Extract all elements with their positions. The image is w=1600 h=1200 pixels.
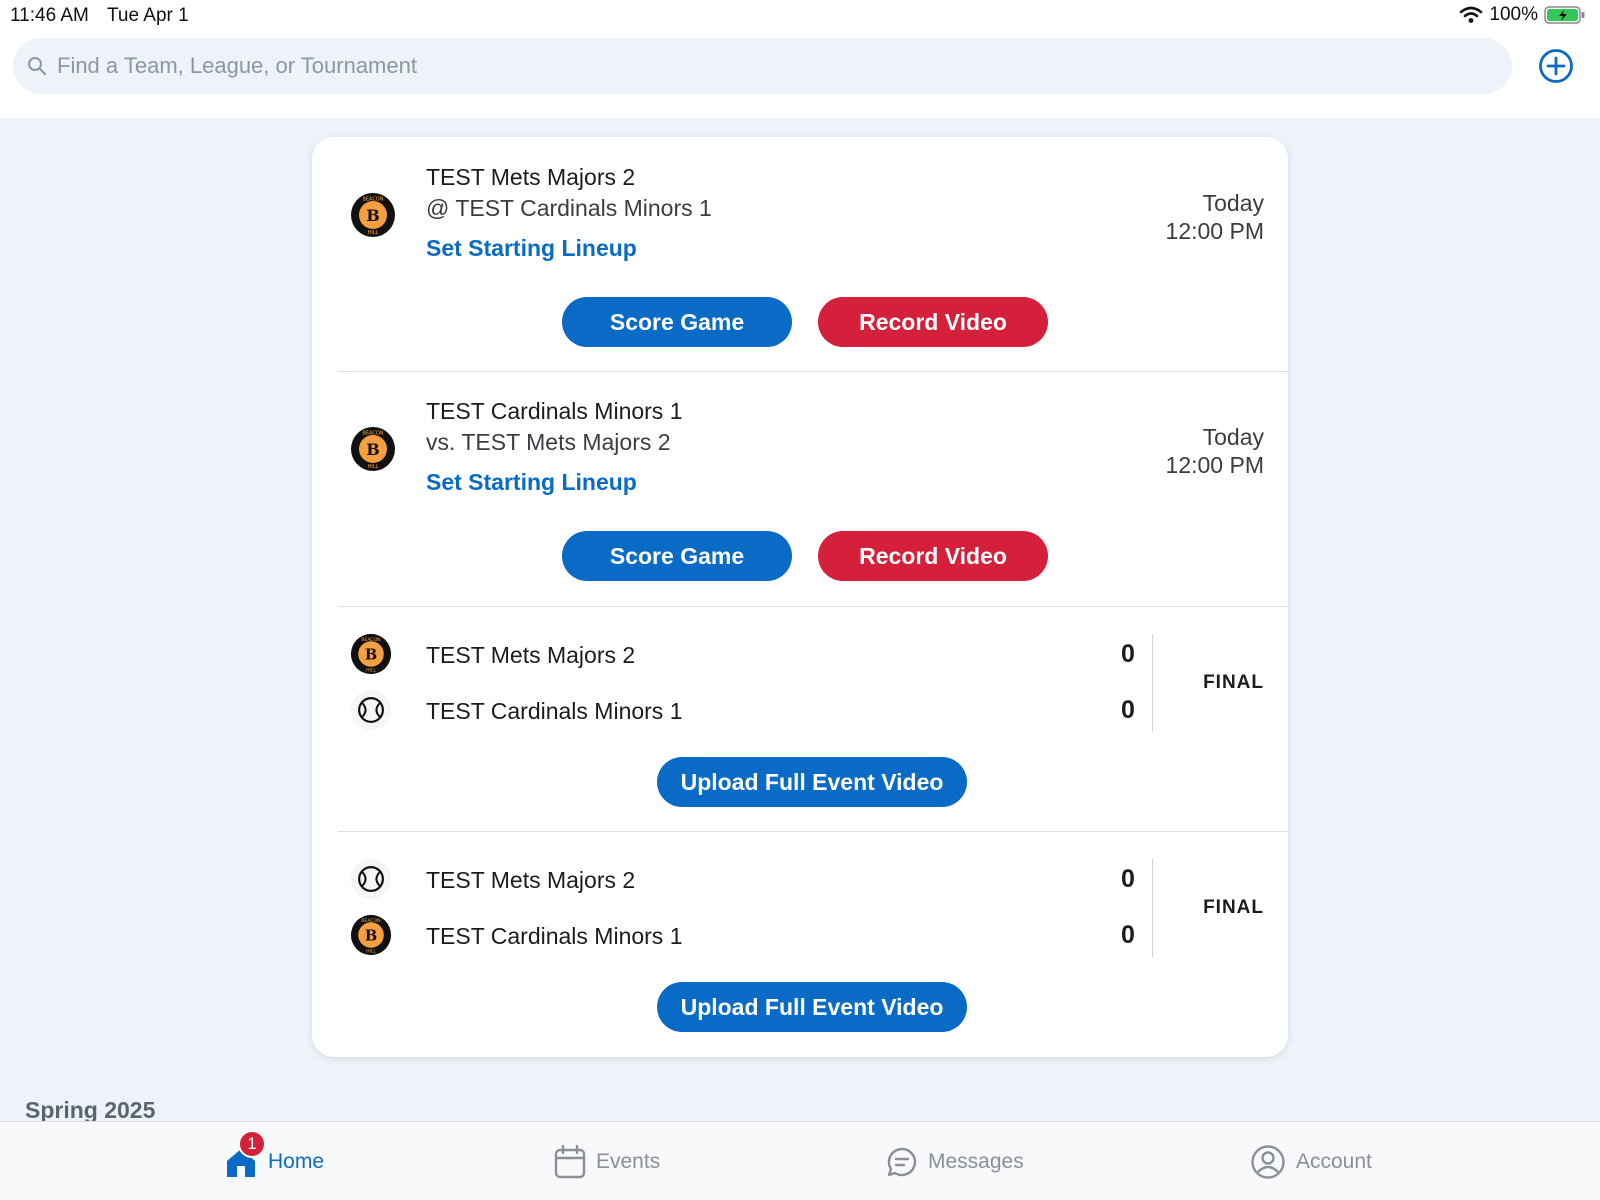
chat-icon (887, 1147, 917, 1176)
tab-bar: 1 Home Events Messages Account (0, 1121, 1600, 1200)
baseball-icon (350, 858, 392, 900)
beacon-hill-logo (350, 914, 392, 956)
status-date: Tue Apr 1 (107, 5, 189, 26)
team-score: 0 (1121, 865, 1135, 893)
tab-label: Account (1296, 1149, 1372, 1173)
tab-label: Events (596, 1149, 661, 1173)
upload-full-event-video-button[interactable]: Upload Full Event Video (657, 757, 967, 807)
tab-account[interactable]: Account (1250, 1122, 1372, 1200)
event-when: Today 12:00 PM (1166, 189, 1264, 245)
team-score: 0 (1121, 921, 1135, 949)
top-header: 11:46 AM Tue Apr 1 100% (0, 0, 1600, 118)
event-team: TEST Mets Majors 2 (426, 164, 636, 190)
search-icon (28, 57, 46, 75)
tab-home[interactable]: 1 Home (224, 1122, 324, 1200)
event-day: Today (1202, 190, 1264, 216)
team-name: TEST Cardinals Minors 1 (426, 698, 683, 724)
event-item: TEST Mets Majors 2 0 TEST Cardinals Mino… (338, 832, 1288, 1057)
event-opponent: @ TEST Cardinals Minors 1 (426, 195, 712, 221)
notification-badge: 1 (238, 1130, 266, 1158)
season-heading: Spring 2025 (25, 1097, 156, 1123)
search-bar[interactable] (13, 38, 1512, 94)
team-name: TEST Mets Majors 2 (426, 642, 636, 668)
tab-messages[interactable]: Messages (886, 1122, 1024, 1200)
wifi-icon (1460, 6, 1483, 23)
event-opponent: vs. TEST Mets Majors 2 (426, 429, 671, 455)
score-game-button[interactable]: Score Game (562, 297, 792, 347)
final-status: FINAL (1203, 672, 1264, 693)
beacon-hill-logo (351, 193, 395, 237)
search-input[interactable] (57, 53, 1457, 79)
beacon-hill-logo (351, 427, 395, 471)
event-item: TEST Mets Majors 2 0 TEST Cardinals Mino… (338, 607, 1288, 832)
record-video-button[interactable]: Record Video (818, 531, 1048, 581)
upload-full-event-video-button[interactable]: Upload Full Event Video (657, 982, 967, 1032)
tab-label: Home (268, 1149, 325, 1173)
record-video-button[interactable]: Record Video (818, 297, 1048, 347)
team-score: 0 (1121, 696, 1135, 724)
status-indicators: 100% (1459, 4, 1586, 26)
calendar-icon (554, 1144, 586, 1178)
tab-events[interactable]: Events (554, 1122, 660, 1200)
account-icon (1251, 1144, 1285, 1179)
event-when: Today 12:00 PM (1166, 423, 1264, 479)
tab-label: Messages (928, 1149, 1024, 1173)
battery-percent: 100% (1489, 4, 1538, 25)
score-divider (1152, 859, 1153, 957)
set-starting-lineup-link[interactable]: Set Starting Lineup (426, 469, 637, 496)
team-name: TEST Cardinals Minors 1 (426, 923, 683, 949)
event-item: TEST Mets Majors 2 @ TEST Cardinals Mino… (338, 137, 1288, 372)
event-time: 12:00 PM (1165, 218, 1264, 244)
event-item: TEST Cardinals Minors 1 vs. TEST Mets Ma… (338, 372, 1288, 607)
status-bar: 11:46 AM Tue Apr 1 100% (0, 0, 1600, 32)
add-icon[interactable] (1538, 48, 1574, 84)
status-time: 11:46 AM (10, 5, 89, 26)
event-time: 12:00 PM (1165, 452, 1264, 478)
events-card: TEST Mets Majors 2 @ TEST Cardinals Mino… (312, 137, 1288, 1057)
event-team: TEST Cardinals Minors 1 (426, 398, 683, 424)
team-score: 0 (1121, 640, 1135, 668)
battery-icon (1544, 6, 1585, 24)
set-starting-lineup-link[interactable]: Set Starting Lineup (426, 235, 637, 262)
score-game-button[interactable]: Score Game (562, 531, 792, 581)
score-divider (1152, 634, 1153, 732)
event-day: Today (1202, 424, 1264, 450)
team-name: TEST Mets Majors 2 (426, 867, 636, 893)
baseball-icon (350, 689, 392, 731)
beacon-hill-logo (350, 633, 392, 675)
final-status: FINAL (1203, 897, 1264, 918)
